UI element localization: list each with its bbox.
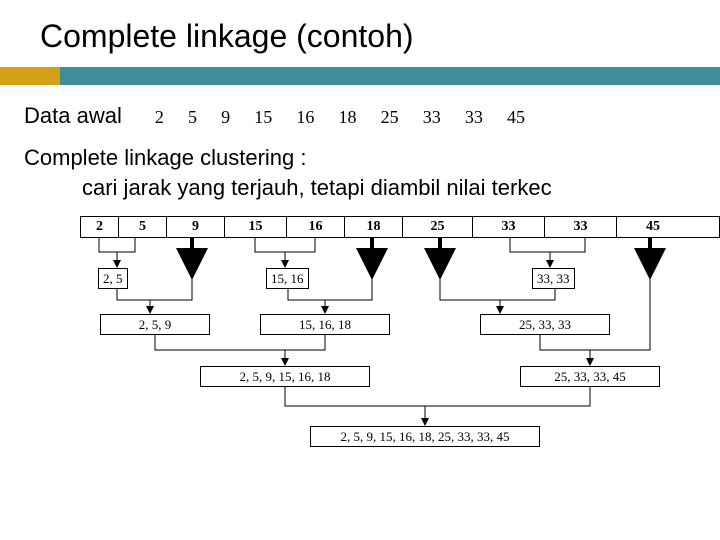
val: 33 [465, 107, 483, 128]
cell: 33 [473, 217, 545, 237]
box-2-5-9-15-16-18: 2, 5, 9, 15, 16, 18 [200, 366, 370, 387]
data-values: 2 5 9 15 16 18 25 33 33 45 [146, 103, 534, 129]
data-label: Data awal [24, 103, 122, 129]
box-15-16-18: 15, 16, 18 [260, 314, 390, 335]
method-line1: Complete linkage clustering : [24, 145, 306, 170]
box-final: 2, 5, 9, 15, 16, 18, 25, 33, 33, 45 [310, 426, 540, 447]
cell: 18 [345, 217, 403, 237]
accent-bar [0, 67, 720, 85]
val: 25 [381, 107, 399, 128]
cell: 2 [81, 217, 119, 237]
val: 18 [338, 107, 356, 128]
val: 33 [423, 107, 441, 128]
top-cells: 2 5 9 15 16 18 25 33 33 45 [80, 216, 720, 238]
accent-gold [0, 67, 60, 85]
box-2-5-9: 2, 5, 9 [100, 314, 210, 335]
accent-teal [60, 67, 720, 85]
cell: 5 [119, 217, 167, 237]
box-25-33-33-45: 25, 33, 33, 45 [520, 366, 660, 387]
box-15-16: 15, 16 [266, 268, 309, 289]
val: 5 [188, 107, 197, 128]
cell: 16 [287, 217, 345, 237]
val: 15 [254, 107, 272, 128]
box-25-33-33: 25, 33, 33 [480, 314, 610, 335]
cell: 45 [617, 217, 689, 237]
method-line2: cari jarak yang terjauh, tetapi diambil … [24, 173, 720, 203]
val: 9 [221, 107, 230, 128]
box-2-5: 2, 5 [98, 268, 128, 289]
dendrogram: 2 5 9 15 16 18 25 33 33 45 2, 5 15, 16 3… [80, 216, 720, 476]
slide-title: Complete linkage (contoh) [0, 0, 720, 67]
cell: 33 [545, 217, 617, 237]
cell: 9 [167, 217, 225, 237]
content-area: Data awal 2 5 9 15 16 18 25 33 33 45 Com… [0, 85, 720, 476]
val: 45 [507, 107, 525, 128]
box-33-33: 33, 33 [532, 268, 575, 289]
method-desc: Complete linkage clustering : cari jarak… [24, 143, 720, 202]
cell: 15 [225, 217, 287, 237]
data-row: Data awal 2 5 9 15 16 18 25 33 33 45 [24, 103, 720, 129]
val: 2 [155, 107, 164, 128]
cell: 25 [403, 217, 473, 237]
val: 16 [296, 107, 314, 128]
